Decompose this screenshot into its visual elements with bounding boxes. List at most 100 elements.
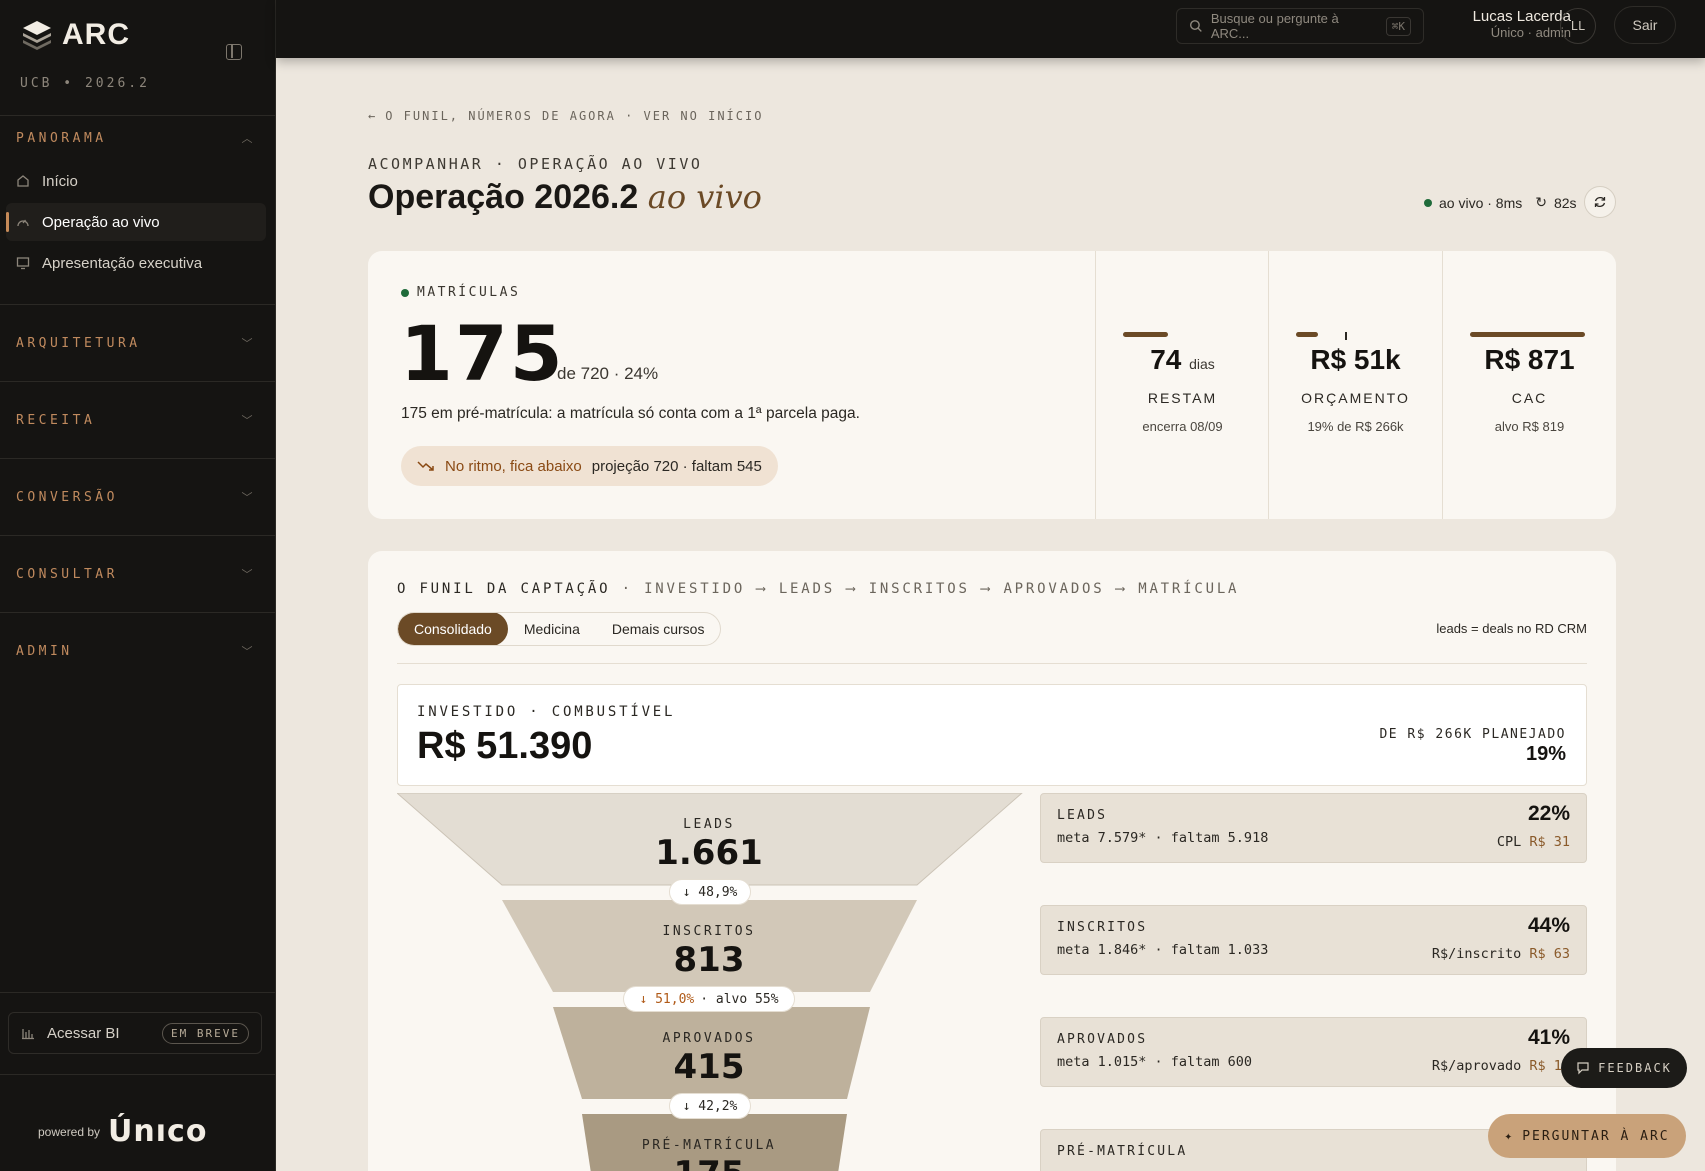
- invested-pct: 19%: [1525, 743, 1566, 765]
- stage-detail-label: INSCRITOS: [1057, 920, 1148, 935]
- search-input[interactable]: Busque ou pergunte à ARC... ⌘K: [1176, 8, 1424, 44]
- kpi-value-number: R$ 871: [1484, 344, 1575, 375]
- section-label: CONVERSÃO: [16, 489, 118, 505]
- app-logo[interactable]: ARC: [20, 18, 130, 52]
- ask-arc-button[interactable]: ✦ PERGUNTAR À ARC: [1488, 1114, 1686, 1158]
- conversion-target: · alvo 55%: [700, 991, 779, 1007]
- conversion-badge: ↓ 42,2%: [669, 1093, 751, 1119]
- tab-medicina[interactable]: Medicina: [508, 613, 596, 645]
- chat-icon: [1577, 1062, 1589, 1075]
- refresh-button[interactable]: [1584, 186, 1616, 218]
- kpi-cac: R$ 871 CAC alvo R$ 819: [1442, 251, 1616, 519]
- page-title-main: Operação 2026.2: [368, 178, 639, 216]
- funnel-step: INVESTIDO: [644, 581, 746, 597]
- kpi-label: RESTAM: [1147, 390, 1218, 406]
- divider: [0, 1074, 276, 1075]
- bi-access-button[interactable]: Acessar BI EM BREVE: [8, 1012, 262, 1054]
- kpi-label: ORÇAMENTO: [1301, 390, 1410, 406]
- divider: [397, 663, 1587, 664]
- back-link[interactable]: ← O FUNIL, NÚMEROS DE AGORA · VER NO INÍ…: [368, 109, 763, 123]
- page-eyebrow: ACOMPANHAR · OPERAÇÃO AO VIVO: [368, 155, 703, 173]
- sidebar-item-label: Início: [42, 172, 78, 190]
- funnel-stage-value: 415: [673, 1047, 745, 1087]
- invested-panel: INVESTIDO · COMBUSTÍVEL R$ 51.390 DE R$ …: [397, 684, 1587, 786]
- kpi-value: 74 dias: [1096, 344, 1269, 376]
- invested-label: INVESTIDO · COMBUSTÍVEL: [417, 704, 676, 720]
- user-info: Lucas Lacerda Único · admin: [1441, 8, 1571, 40]
- ask-arc-label: PERGUNTAR À ARC: [1522, 1128, 1670, 1144]
- kpi-orcamento: R$ 51k ORÇAMENTO 19% de R$ 266k: [1268, 251, 1442, 519]
- collapse-sidebar-icon[interactable]: [226, 44, 242, 60]
- stage-detail-meta: meta 7.579* · faltam 5.918: [1057, 830, 1269, 846]
- kpi-progress-bar: [1296, 332, 1318, 337]
- metric-value: R$ 31: [1529, 834, 1570, 850]
- sidebar: ARC UCB • 2026.2 PANORAMA ︿ Início Opera…: [0, 0, 276, 1171]
- logout-button[interactable]: Sair: [1614, 6, 1676, 44]
- powered-label: powered by: [38, 1124, 101, 1139]
- funnel-stage-value: 1.661: [655, 833, 763, 873]
- unico-logo: Únıco: [108, 1114, 208, 1149]
- trend-down-icon: [417, 461, 434, 471]
- section-label: RECEITA: [16, 412, 96, 428]
- matriculas-target: de 720 · 24%: [557, 364, 659, 383]
- arrow-left-icon: ←: [368, 109, 378, 123]
- divider: [0, 304, 276, 305]
- back-link-label: O FUNIL, NÚMEROS DE AGORA · VER NO INÍCI…: [385, 109, 764, 123]
- section-admin[interactable]: ADMIN ﹀: [16, 643, 256, 659]
- sidebar-item-apresentacao[interactable]: Apresentação executiva: [6, 244, 266, 282]
- kpi-unit: dias: [1189, 356, 1215, 372]
- conversion-rate: ↓ 42,2%: [682, 1098, 738, 1114]
- funnel-step: INSCRITOS: [868, 581, 970, 597]
- kpi-value: R$ 871: [1443, 344, 1616, 376]
- leads-note: leads = deals no RD CRM: [1436, 621, 1587, 636]
- kpi-value-number: 74: [1150, 344, 1182, 375]
- gauge-icon: [17, 219, 29, 227]
- funnel-stage-label: APROVADOS: [662, 1031, 756, 1046]
- stage-detail-aprovados: APROVADOS meta 1.015* · faltam 600 41% R…: [1040, 1017, 1587, 1087]
- page-title: Operação 2026.2 ao vivo: [368, 178, 762, 217]
- divider: [0, 458, 276, 459]
- metric-value: R$ 63: [1529, 946, 1570, 962]
- user-role: Único · admin: [1490, 25, 1571, 40]
- funnel-stage-label: LEADS: [683, 817, 735, 832]
- pace-label: No ritmo, fica abaixo: [445, 457, 582, 475]
- stage-detail-metric: R$/inscrito R$ 63: [1432, 946, 1570, 962]
- tab-consolidado[interactable]: Consolidado: [398, 613, 508, 645]
- invested-value: R$ 51.390: [417, 725, 593, 767]
- stage-detail-inscritos: INSCRITOS meta 1.846* · faltam 1.033 44%…: [1040, 905, 1587, 975]
- invested-planned: DE R$ 266K PLANEJADO: [1379, 727, 1566, 742]
- section-label: ARQUITETURA: [16, 335, 141, 351]
- topbar: Busque ou pergunte à ARC... ⌘K Lucas Lac…: [276, 0, 1705, 58]
- section-consultar[interactable]: CONSULTAR ﹀: [16, 566, 256, 582]
- section-conversao[interactable]: CONVERSÃO ﹀: [16, 489, 256, 505]
- matriculas-label-text: MATRÍCULAS: [417, 285, 521, 300]
- stage-detail-meta: meta 1.846* · faltam 1.033: [1057, 942, 1269, 958]
- section-panorama[interactable]: PANORAMA ︿: [16, 130, 256, 146]
- stage-detail-leads: LEADS meta 7.579* · faltam 5.918 22% CPL…: [1040, 793, 1587, 863]
- kpi-sub: alvo R$ 819: [1494, 419, 1565, 434]
- live-status: ao vivo · 8ms ↻ 82s: [1424, 194, 1577, 211]
- feedback-button[interactable]: FEEDBACK: [1561, 1048, 1687, 1088]
- section-label: CONSULTAR: [16, 566, 118, 582]
- conversion-rate: ↓ 48,9%: [682, 884, 738, 900]
- kpi-sub: 19% de R$ 266k: [1307, 419, 1404, 434]
- section-arquitetura[interactable]: ARQUITETURA ﹀: [16, 335, 256, 351]
- chevron-down-icon: ﹀: [241, 337, 256, 350]
- sidebar-item-label: Operação ao vivo: [42, 213, 160, 231]
- section-receita[interactable]: RECEITA ﹀: [16, 412, 256, 428]
- stage-detail-pct: 22%: [1527, 802, 1570, 825]
- sidebar-item-operacao[interactable]: Operação ao vivo: [6, 203, 266, 241]
- sidebar-item-inicio[interactable]: Início: [6, 162, 266, 200]
- tab-demais-cursos[interactable]: Demais cursos: [596, 613, 721, 645]
- divider: [0, 381, 276, 382]
- funnel-step: MATRÍCULA: [1138, 581, 1240, 597]
- chevron-up-icon: ︿: [241, 132, 256, 145]
- pace-badge: No ritmo, fica abaixo projeção 720 · fal…: [401, 446, 778, 486]
- bi-label: Acessar BI: [47, 1024, 120, 1042]
- avatar[interactable]: LL: [1560, 8, 1596, 44]
- powered-by: powered by Únıco: [38, 1114, 207, 1149]
- kpi-label: CAC: [1511, 390, 1548, 406]
- metric-name: R$/aprovado: [1431, 1058, 1522, 1074]
- refresh-age: 82s: [1553, 194, 1577, 211]
- kpi-progress-bar: [1123, 332, 1168, 337]
